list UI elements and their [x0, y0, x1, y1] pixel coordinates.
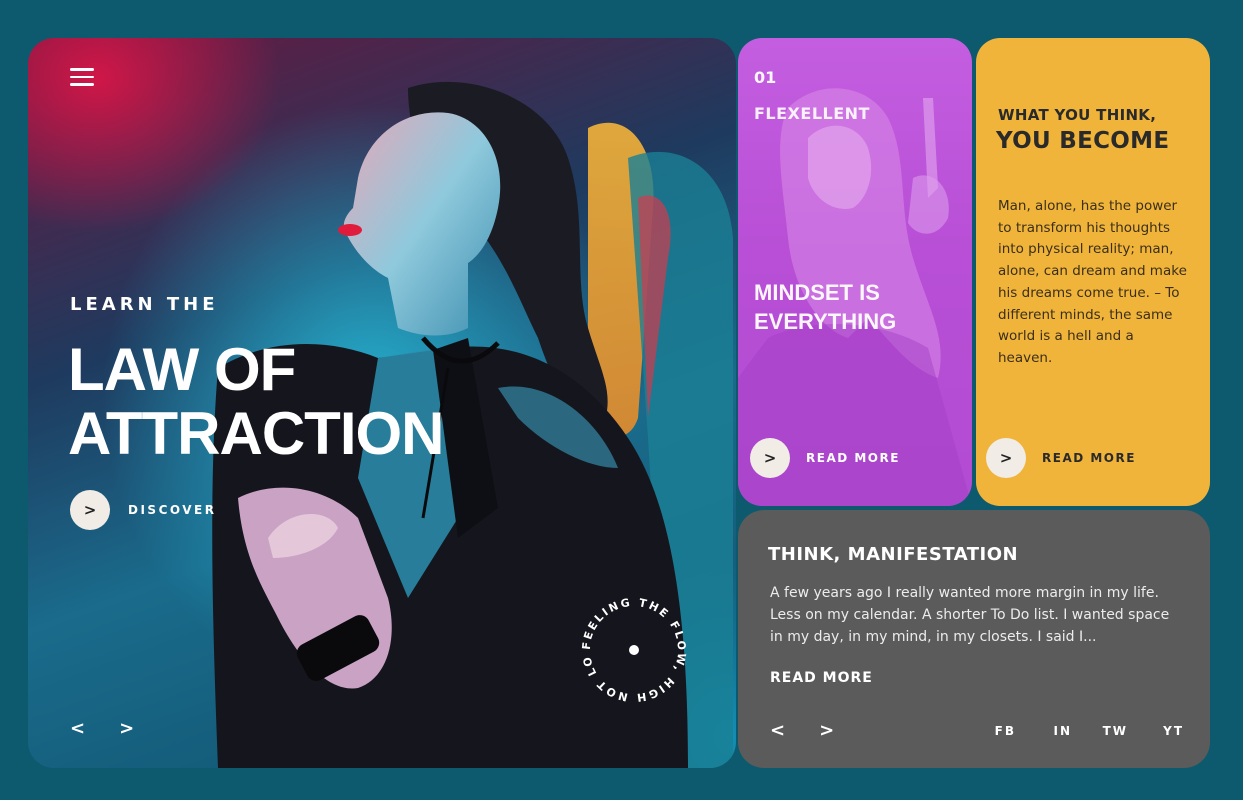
badge-dot: [629, 645, 639, 655]
card-headline: YOU BECOME: [996, 128, 1170, 154]
card-headline-line2: EVERYTHING: [754, 309, 897, 334]
social-link-yt[interactable]: YT: [1128, 724, 1184, 738]
discover-button[interactable]: > DISCOVER: [70, 490, 216, 530]
mindset-card[interactable]: 01 FLEXELLENT MINDSET IS EVERYTHING > RE…: [738, 38, 972, 506]
arrow-right-icon[interactable]: >: [70, 490, 110, 530]
article-card: THINK, MANIFESTATION A few years ago I r…: [738, 510, 1210, 768]
card-kicker: WHAT YOU THINK,: [998, 106, 1157, 124]
arrow-right-icon[interactable]: >: [986, 438, 1026, 478]
card-headline: MINDSET IS EVERYTHING: [754, 278, 944, 336]
article-title: THINK, MANIFESTATION: [768, 544, 1019, 565]
discover-label: DISCOVER: [128, 503, 217, 517]
article-excerpt: A few years ago I really wanted more mar…: [770, 585, 1170, 645]
arrow-right-icon[interactable]: >: [750, 438, 790, 478]
hero-card: LEARN THE LAW OF ATTRACTION > DISCOVER <…: [28, 38, 736, 768]
card-brand: FLEXELLENT: [754, 104, 870, 123]
chevron-right-icon[interactable]: >: [119, 718, 134, 739]
read-more-button[interactable]: > READ MORE: [986, 438, 1136, 478]
hero-carousel-nav: < >: [70, 718, 134, 739]
card-number: 01: [754, 68, 777, 87]
social-links: FB IN TW YT: [960, 724, 1184, 738]
card-headline-line1: MINDSET IS: [754, 280, 880, 305]
chevron-right-icon[interactable]: >: [819, 720, 834, 741]
hero-title-line2: ATTRACTION: [68, 400, 444, 467]
rotating-text-badge: FEELING THE FLOW, HIGH NOT LOW: [574, 590, 686, 704]
hero-kicker: LEARN THE: [70, 294, 219, 315]
menu-icon[interactable]: [70, 68, 94, 86]
card-body: Man, alone, has the power to transform h…: [998, 198, 1187, 366]
read-more-button[interactable]: > READ MORE: [750, 438, 900, 478]
hero-title: LAW OF ATTRACTION: [68, 338, 444, 466]
social-link-in[interactable]: IN: [1016, 724, 1072, 738]
article-nav: < >: [770, 720, 834, 741]
chevron-left-icon[interactable]: <: [770, 720, 785, 741]
hero-title-line1: LAW OF: [68, 336, 296, 403]
read-more-label: READ MORE: [806, 451, 900, 465]
quote-card[interactable]: WHAT YOU THINK, YOU BECOME Man, alone, h…: [976, 38, 1210, 506]
read-more-label: READ MORE: [1042, 451, 1136, 465]
read-more-link[interactable]: READ MORE: [770, 670, 873, 686]
social-link-fb[interactable]: FB: [960, 724, 1016, 738]
chevron-left-icon[interactable]: <: [70, 718, 85, 739]
social-link-tw[interactable]: TW: [1072, 724, 1128, 738]
